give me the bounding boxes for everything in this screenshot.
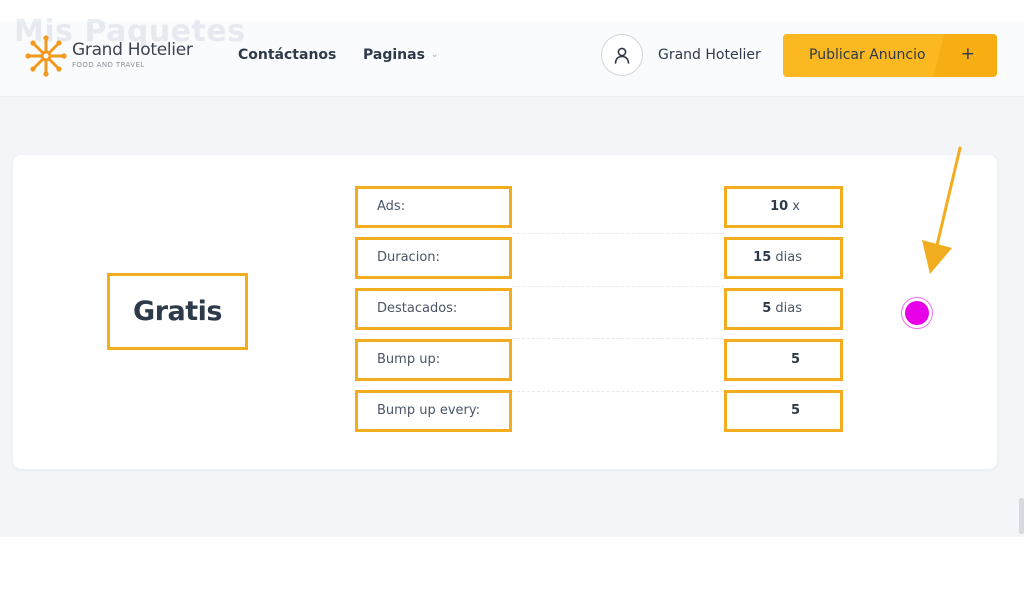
feature-value-ads: 10 x	[724, 186, 843, 228]
feature-value-unit: x	[792, 199, 800, 214]
row-divider	[512, 233, 724, 234]
feature-label-ads: Ads:	[355, 186, 512, 228]
feature-value-bump-up: 5	[724, 339, 843, 381]
nav-pages-label: Paginas	[363, 47, 425, 63]
feature-value-duration: 15 dias	[724, 237, 843, 279]
publish-ad-button[interactable]: Publicar Anuncio +	[783, 34, 997, 77]
feature-label-bump-up: Bump up:	[355, 339, 512, 381]
plus-icon: +	[960, 44, 975, 64]
site-logo[interactable]: Grand Hotelier FOOD AND TRAVEL	[24, 34, 193, 78]
feature-label-featured: Destacados:	[355, 288, 512, 330]
scrollbar-thumb[interactable]	[1019, 498, 1024, 534]
user-avatar[interactable]	[601, 34, 643, 76]
feature-value-unit: dias	[775, 301, 802, 316]
feature-value-number: 5	[790, 352, 800, 367]
user-icon	[614, 47, 630, 64]
feature-value-number: 10	[770, 199, 789, 214]
feature-value-number: 5	[762, 301, 772, 316]
click-target-marker	[905, 301, 929, 325]
row-divider	[512, 391, 724, 392]
feature-value-number: 5	[790, 403, 800, 418]
feature-value-featured: 5 dias	[724, 288, 843, 330]
publish-ad-label: Publicar Anuncio	[809, 47, 926, 63]
chevron-down-icon: ⌄	[430, 50, 439, 60]
nav-pages-menu[interactable]: Paginas ⌄	[363, 47, 438, 63]
feature-value-number: 15	[753, 250, 772, 265]
logo-tagline: FOOD AND TRAVEL	[72, 61, 145, 69]
plan-name: Gratis	[133, 296, 222, 327]
logo-name: Grand Hotelier	[72, 40, 193, 60]
plan-name-highlight: Gratis	[107, 273, 248, 350]
logo-sun-icon	[25, 35, 67, 77]
plan-select-radio[interactable]	[901, 297, 933, 329]
user-name-link[interactable]: Grand Hotelier	[658, 47, 761, 63]
nav-contact-link[interactable]: Contáctanos	[238, 47, 336, 63]
feature-value-bump-up-every: 5	[724, 390, 843, 432]
row-divider	[512, 286, 724, 287]
feature-label-bump-up-every: Bump up every:	[355, 390, 512, 432]
feature-value-unit: dias	[775, 250, 802, 265]
pointer-arrow-icon	[922, 146, 962, 274]
feature-label-duration: Duracion:	[355, 237, 512, 279]
row-divider	[512, 338, 724, 339]
